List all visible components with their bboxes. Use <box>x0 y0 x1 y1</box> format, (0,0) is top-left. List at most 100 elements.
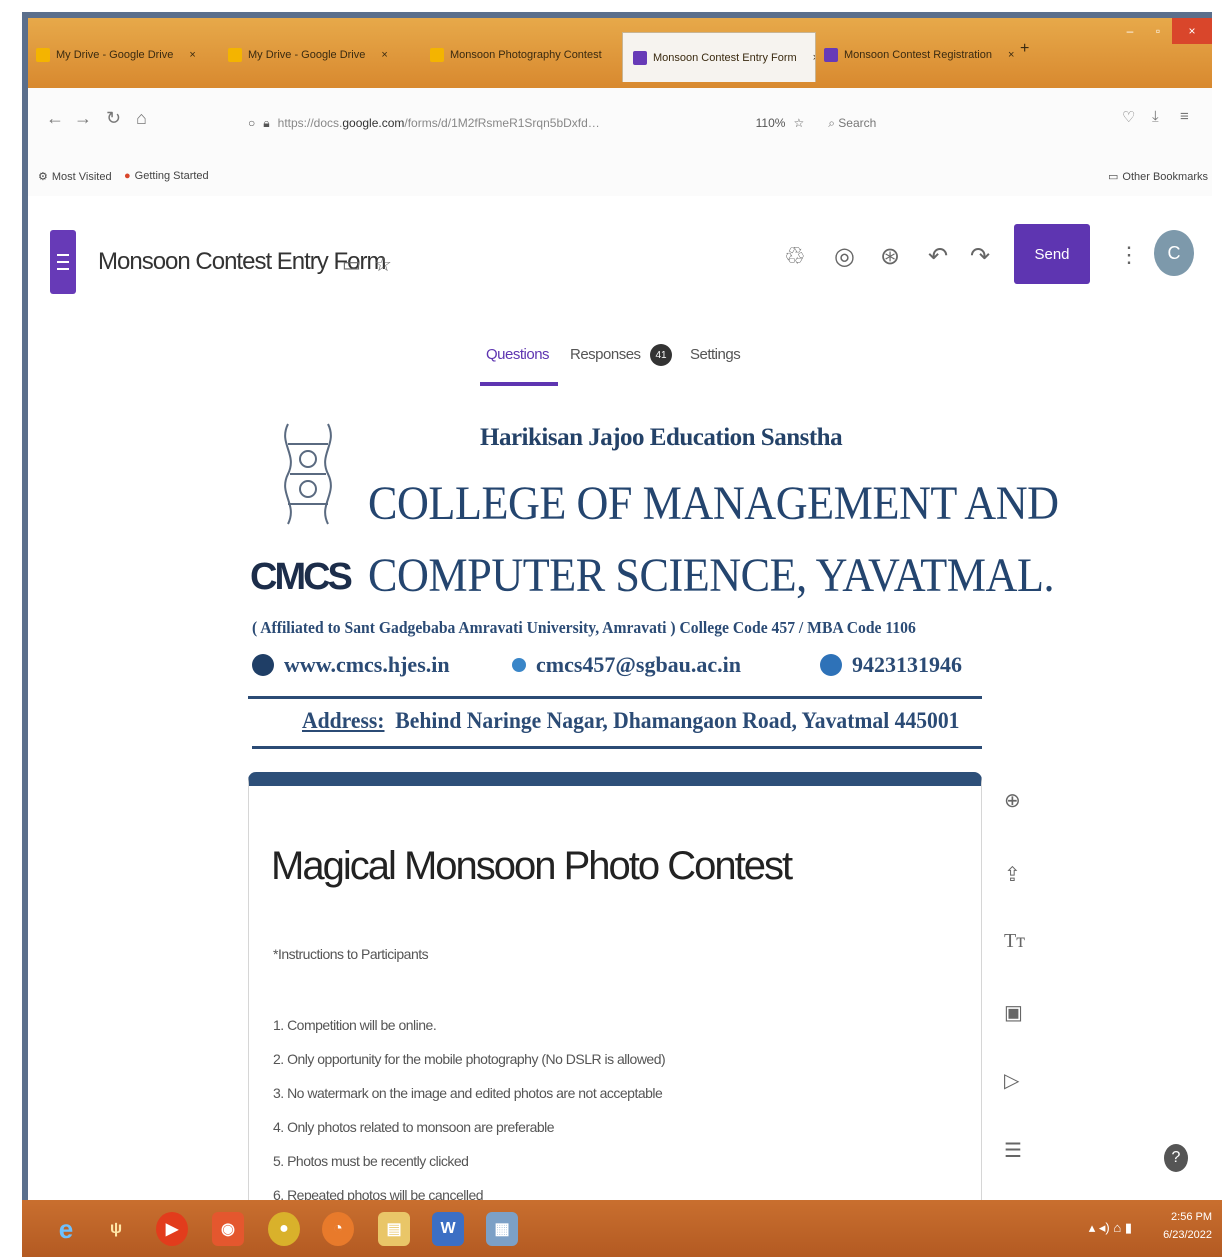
affiliation-text: ( Affiliated to Sant Gadgebaba Amravati … <box>252 618 916 637</box>
move-to-folder-icon[interactable]: ▭ <box>342 252 361 277</box>
firefox-icon[interactable]: ◔ <box>322 1212 354 1246</box>
tab-close-icon[interactable]: × <box>1008 49 1014 61</box>
divider <box>252 746 982 749</box>
bookmarks-bar: ⚙ Most Visited ● Getting Started ▭ Other… <box>28 160 1212 196</box>
forms-app-header: Monsoon Contest Entry Form ▭ ☆ ♲ ◎ ⊛ ↶ ↷… <box>28 196 1212 307</box>
chrome-icon[interactable]: ● <box>268 1212 300 1246</box>
browser-tab-active[interactable]: Monsoon Contest Entry Form × <box>622 32 816 82</box>
app-icon[interactable]: ψ <box>100 1212 132 1246</box>
app-icon[interactable]: ◉ <box>212 1212 244 1246</box>
bookmark-getting-started[interactable]: ● Getting Started <box>124 170 209 182</box>
forms-icon <box>633 50 647 65</box>
add-image-icon[interactable]: ▣ <box>1004 1000 1023 1025</box>
list-item: 4. Only photos related to monsoon are pr… <box>273 1119 555 1135</box>
star-icon[interactable]: ☆ <box>374 252 392 277</box>
pocket-icon[interactable]: ♡ <box>1122 108 1135 126</box>
list-item: 2. Only opportunity for the mobile photo… <box>273 1051 666 1067</box>
other-bookmarks[interactable]: ▭ Other Bookmarks <box>1108 170 1208 184</box>
shield-icon: ○ <box>248 116 256 130</box>
browser-tab[interactable]: My Drive - Google Drive × <box>36 40 208 70</box>
divider <box>248 696 982 699</box>
url-text[interactable]: https://docs.google.com/forms/d/1M2fRsme… <box>278 116 748 130</box>
customize-theme-icon[interactable]: ♲ <box>784 242 806 271</box>
avatar[interactable]: C <box>1154 230 1194 276</box>
app-icon[interactable]: ▦ <box>486 1212 518 1246</box>
email-icon <box>512 658 526 672</box>
tab-label: My Drive - Google Drive <box>248 49 366 61</box>
clock[interactable]: 2:56 PM 6/23/2022 <box>1163 1208 1212 1244</box>
maximize-button[interactable]: ▫ <box>1144 18 1172 44</box>
zoom-level[interactable]: 110% <box>756 116 786 130</box>
more-options-icon[interactable]: ⋮ <box>1118 242 1140 268</box>
phone-contact: 9423131946 <box>820 652 962 678</box>
browser-tab[interactable]: My Drive - Google Drive × <box>228 40 418 70</box>
help-icon[interactable]: ? <box>1164 1144 1188 1172</box>
list-item: 1. Competition will be online. <box>273 1017 437 1033</box>
tab-label: Monsoon Photography Contest <box>450 49 602 61</box>
form-tabs: Questions Responses 41 Settings <box>28 306 1212 396</box>
internet-explorer-icon[interactable]: e <box>50 1212 82 1246</box>
search-input[interactable]: ⌕ Search <box>828 116 876 131</box>
add-title-icon[interactable]: Tт <box>1004 930 1025 953</box>
browser-tab[interactable]: Monsoon Contest Registration × <box>824 40 1014 70</box>
tab-close-icon[interactable]: × <box>381 49 387 61</box>
bookmark-most-visited[interactable]: ⚙ Most Visited <box>38 170 112 184</box>
add-section-icon[interactable]: ☰ <box>1004 1138 1022 1163</box>
download-icon[interactable]: ⤓ <box>1152 108 1159 125</box>
form-side-toolbar: ⊕ ⇪ Tт ▣ ▷ ☰ <box>998 776 1034 1186</box>
new-tab-button[interactable]: + <box>1020 40 1029 58</box>
back-icon[interactable]: ← <box>46 108 64 129</box>
minimize-button[interactable]: – <box>1116 18 1144 44</box>
instructions-heading[interactable]: *Instructions to Participants <box>273 946 429 962</box>
undo-icon[interactable]: ↶ <box>928 242 948 271</box>
home-icon[interactable]: ⌂ <box>136 108 147 129</box>
drive-icon <box>228 48 242 62</box>
browser-tab[interactable]: Monsoon Photography Contest × <box>430 40 618 70</box>
windows-taskbar: e ψ ▶ ◉ ● ◔ ▤ W ▦ ▴ ◂) ⌂ ▮ 2:56 PM 6/23/… <box>22 1200 1222 1257</box>
redo-icon[interactable]: ↷ <box>970 242 990 271</box>
folder-icon: ▭ <box>1108 171 1119 183</box>
tab-responses[interactable]: Responses <box>570 346 641 363</box>
tab-close-icon[interactable]: × <box>813 52 815 64</box>
list-item: 3. No watermark on the image and edited … <box>273 1085 663 1101</box>
bookmark-star-icon[interactable]: ☆ <box>793 116 804 130</box>
import-questions-icon[interactable]: ⇪ <box>1004 862 1021 887</box>
form-title[interactable]: Magical Monsoon Photo Contest <box>271 844 793 889</box>
media-player-icon[interactable]: ▶ <box>156 1212 188 1246</box>
word-icon[interactable]: W <box>432 1212 464 1246</box>
college-name-line1: COLLEGE OF MANAGEMENT AND <box>368 477 1059 530</box>
add-question-icon[interactable]: ⊕ <box>1004 788 1021 813</box>
instructions-list: 1. Competition will be online. 2. Only o… <box>273 1008 666 1212</box>
address-bar[interactable]: ○ 🔒︎ https://docs.google.com/forms/d/1M2… <box>248 106 1008 140</box>
tab-close-icon[interactable]: × <box>189 49 195 61</box>
add-video-icon[interactable]: ▷ <box>1004 1068 1019 1093</box>
file-explorer-icon[interactable]: ▤ <box>378 1212 410 1246</box>
forms-icon <box>824 48 838 62</box>
tab-settings[interactable]: Settings <box>690 346 741 363</box>
tab-questions[interactable]: Questions <box>486 346 550 363</box>
college-name-line2: COMPUTER SCIENCE, YAVATMAL. <box>368 549 1055 602</box>
form-header-image: CMCS Harikisan Jajoo Education Sanstha C… <box>240 396 1059 766</box>
phone-icon <box>820 654 842 676</box>
menu-icon[interactable]: ≡ <box>1180 108 1189 125</box>
website-contact: www.cmcs.hjes.in <box>252 652 450 678</box>
window-controls: – ▫ × <box>1116 18 1212 48</box>
send-button[interactable]: Send <box>1014 224 1090 284</box>
lock-icon: 🔒︎ <box>263 115 270 130</box>
google-forms-icon[interactable] <box>50 230 76 294</box>
tab-label: My Drive - Google Drive <box>56 49 174 61</box>
forward-icon[interactable]: → <box>74 108 92 129</box>
college-address: Address: Behind Naringe Nagar, Dhamangao… <box>302 708 960 733</box>
close-window-button[interactable]: × <box>1172 18 1212 44</box>
gear-icon: ⚙ <box>38 171 48 183</box>
addons-icon[interactable]: ⊛ <box>880 242 900 271</box>
system-tray-icons[interactable]: ▴ ◂) ⌂ ▮ <box>1089 1220 1132 1236</box>
form-title-card[interactable]: Magical Monsoon Photo Contest *Instructi… <box>248 772 982 1212</box>
cmcs-logo-text: CMCS <box>250 556 353 598</box>
preview-icon[interactable]: ◎ <box>834 242 855 271</box>
list-item: 5. Photos must be recently clicked <box>273 1153 469 1169</box>
tab-label: Monsoon Contest Entry Form <box>653 51 797 64</box>
reload-icon[interactable]: ↻ <box>106 108 121 129</box>
active-tab-indicator <box>480 382 558 386</box>
email-contact: cmcs457@sgbau.ac.in <box>512 652 741 678</box>
